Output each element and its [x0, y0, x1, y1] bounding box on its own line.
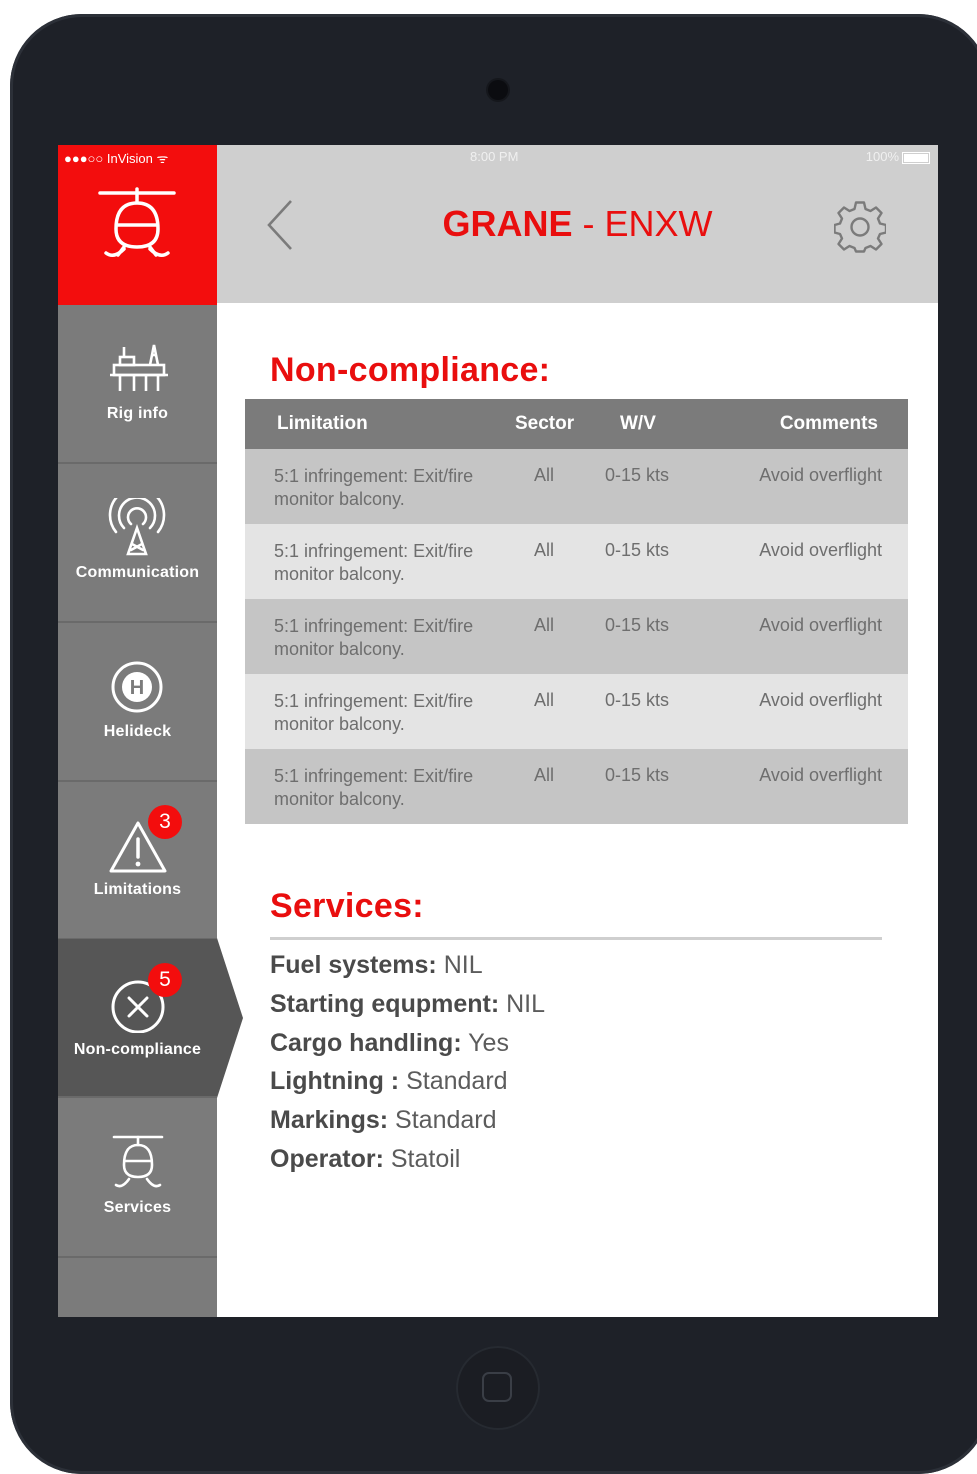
cell-sector: All	[534, 465, 555, 485]
cell-sector: All	[534, 690, 555, 710]
column-header-sector: Sector	[515, 413, 575, 434]
cell-sector: All	[534, 540, 555, 560]
status-bar: ●●●○○ InVision ᯤ 8:00 PM 100%	[58, 145, 938, 167]
cell-wv: 0-15 kts	[605, 765, 670, 785]
cell-limitation: 5:1 infringement: Exit/fire monitor balc…	[274, 616, 474, 659]
cell-comments: Avoid overflight	[759, 690, 882, 710]
rig-icon	[110, 344, 168, 391]
sidebar-item-label: Services	[103, 1199, 172, 1216]
column-header-comments: Comments	[779, 413, 878, 434]
cell-comments: Avoid overflight	[759, 465, 882, 485]
table-row: 5:1 infringement: Exit/fire monitor balc…	[245, 599, 908, 674]
cell-comments: Avoid overflight	[759, 765, 882, 785]
cell-wv: 0-15 kts	[605, 465, 670, 485]
table-row: 5:1 infringement: Exit/fire monitor balc…	[245, 749, 908, 824]
cell-limitation: 5:1 infringement: Exit/fire monitor balc…	[274, 541, 474, 584]
list-item: Starting equpment: NIL	[270, 989, 546, 1018]
column-header-limitation: Limitation	[277, 413, 368, 434]
cell-comments: Avoid overflight	[759, 615, 882, 635]
cell-sector: All	[534, 765, 555, 785]
divider	[270, 937, 882, 940]
table-row: 5:1 infringement: Exit/fire monitor balc…	[245, 449, 908, 524]
cell-wv: 0-15 kts	[605, 615, 670, 635]
battery-status: 100%	[866, 149, 930, 164]
sidebar-item-label: Rig info	[106, 405, 169, 422]
sidebar-item-limitations[interactable]: 3 Limitations	[58, 781, 217, 940]
svg-text:H: H	[130, 677, 144, 699]
section-heading-non-compliance: Non-compliance:	[270, 351, 551, 389]
non-compliance-table: Limitation Sector W/V Comments 5:1 infri…	[245, 399, 908, 824]
services-list: Fuel systems: NIL Starting equpment: NIL…	[270, 951, 545, 1184]
sidebar-item-label: Helideck	[103, 723, 172, 740]
sidebar-item-label: Limitations	[93, 881, 182, 898]
sidebar-item-communication[interactable]: Communication	[58, 464, 217, 623]
sidebar: Rig info Communication H Helideck 3 Limi…	[58, 145, 217, 1317]
non-compliance-badge: 5	[148, 963, 182, 997]
sidebar-item-label: Non-compliance	[73, 1041, 202, 1058]
cell-comments: Avoid overflight	[759, 540, 882, 560]
status-time: 8:00 PM	[470, 149, 519, 164]
cell-wv: 0-15 kts	[605, 540, 670, 560]
cell-limitation: 5:1 infringement: Exit/fire monitor balc…	[274, 691, 474, 734]
cell-limitation: 5:1 infringement: Exit/fire monitor balc…	[274, 766, 474, 809]
home-square-icon	[482, 1372, 512, 1402]
list-item: Markings: Standard	[270, 1106, 497, 1135]
helideck-icon: H	[111, 661, 163, 713]
antenna-icon	[108, 486, 166, 556]
warning-icon	[109, 821, 167, 873]
sidebar-item-non-compliance[interactable]: 5 Non-compliance	[58, 939, 217, 1098]
sidebar-item-label: Communication	[75, 564, 200, 581]
app-screen: Rig info Communication H Helideck 3 Limi…	[58, 145, 938, 1317]
battery-icon	[902, 151, 930, 164]
x-circle-icon	[111, 980, 165, 1034]
list-item: Operator: Statoil	[270, 1144, 461, 1173]
gear-icon[interactable]	[834, 201, 886, 253]
cell-sector: All	[534, 615, 555, 635]
header-bar: GRANE - ENXW	[217, 145, 938, 303]
sidebar-item-helideck[interactable]: H Helideck	[58, 623, 217, 782]
app-logo-tile[interactable]	[58, 145, 217, 305]
table-row: 5:1 infringement: Exit/fire monitor balc…	[245, 524, 908, 599]
column-header-wv: W/V	[620, 413, 656, 434]
carrier-label: ●●●○○ InVision ᯤ	[64, 151, 169, 166]
limitations-badge: 3	[148, 805, 182, 839]
cell-limitation: 5:1 infringement: Exit/fire monitor balc…	[274, 466, 474, 509]
table-row: 5:1 infringement: Exit/fire monitor balc…	[245, 674, 908, 749]
home-button[interactable]	[456, 1346, 540, 1430]
helicopter-icon	[112, 1135, 164, 1188]
camera	[488, 80, 508, 100]
list-item: Fuel systems: NIL	[270, 951, 483, 979]
sidebar-item-rig-info[interactable]: Rig info	[58, 305, 217, 464]
active-indicator	[217, 938, 243, 1098]
helicopter-logo-icon	[98, 187, 176, 257]
page-title: GRANE - ENXW	[442, 203, 713, 244]
table-header: Limitation Sector W/V Comments	[245, 399, 908, 449]
sidebar-item-services[interactable]: Services	[58, 1099, 217, 1258]
list-item: Cargo handling: Yes	[270, 1028, 509, 1057]
section-heading-services: Services:	[270, 887, 424, 925]
list-item: Lightning : Standard	[270, 1067, 508, 1096]
cell-wv: 0-15 kts	[605, 690, 670, 710]
